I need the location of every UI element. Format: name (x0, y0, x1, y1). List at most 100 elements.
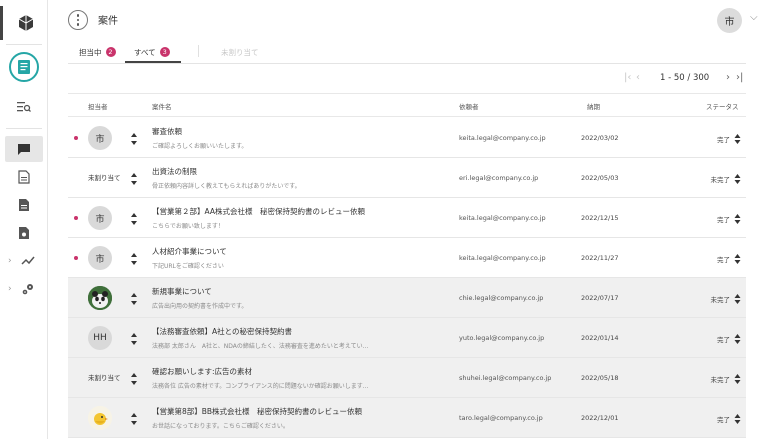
requester-email: yuto.legal@company.co.jp (459, 334, 545, 342)
status-sort-icon[interactable] (734, 211, 741, 225)
unread-dot (74, 216, 78, 220)
next-page-icon[interactable]: › (726, 72, 730, 83)
status-label[interactable]: 完了 (698, 134, 730, 144)
table-row[interactable]: 市 人材紹介事業について 下記URLをご確認ください keita.legal@comp… (68, 238, 746, 278)
status-label[interactable]: 完了 (698, 254, 730, 264)
col-status[interactable]: ステータス (706, 101, 739, 111)
document-filled-icon[interactable] (0, 194, 48, 216)
sort-handle-icon[interactable] (130, 371, 138, 385)
sort-handle-icon[interactable] (130, 411, 138, 425)
status-sort-icon[interactable] (734, 131, 741, 145)
status-sort-icon[interactable] (734, 251, 741, 265)
new-case-icon[interactable] (9, 52, 39, 82)
document-settings-icon[interactable] (0, 222, 48, 244)
case-description: 広告出向用の契約書を作成中です。 (152, 303, 248, 310)
due-date: 2022/01/14 (581, 334, 619, 342)
settings-gear-icon[interactable] (4, 278, 52, 300)
table-row[interactable]: 未割り当て 確認お願いします:広告の素材 法務各位 広告の素材です。コンプライアンス… (68, 358, 746, 398)
case-title[interactable]: 新規事業について (152, 286, 212, 297)
sidebar-divider (6, 128, 42, 129)
status-sort-icon[interactable] (734, 411, 741, 425)
table-row[interactable]: 【営業第8部】BB株式会社様 秘密保持契約書のレビュー依頼 お世話になっております… (68, 398, 746, 438)
search-list-icon[interactable] (0, 96, 48, 118)
tab-unassigned[interactable]: 未割り当て (221, 44, 259, 60)
chat-icon[interactable] (0, 138, 48, 160)
sort-handle-icon[interactable] (130, 211, 138, 225)
case-title[interactable]: 【営業第8部】BB株式会社様 秘密保持契約書のレビュー依頼 (152, 406, 362, 417)
table-row[interactable]: HH 【法務審査依頼】A社との秘密保持契約書法務部 太郎さん A社と、NDAの締結… (68, 318, 746, 358)
sort-handle-icon[interactable] (130, 291, 138, 305)
unread-dot (74, 136, 78, 140)
assignee-avatar[interactable]: 市 (88, 206, 112, 230)
status-label[interactable]: 完了 (698, 414, 730, 424)
tab-divider (198, 45, 199, 57)
assignee-avatar[interactable] (88, 406, 112, 430)
user-avatar[interactable]: 市 (717, 8, 742, 33)
due-date: 2022/05/18 (581, 374, 619, 382)
status-label[interactable]: 未完了 (698, 374, 731, 384)
tab-assigned[interactable]: 担当中 2 (79, 44, 116, 60)
case-description: 下記URLをご確認ください (152, 263, 224, 270)
sidebar: › › (0, 0, 48, 439)
status-label[interactable]: 未完了 (698, 294, 731, 304)
active-tab-indicator (125, 61, 181, 63)
col-requester[interactable]: 依頼者 (459, 101, 479, 111)
first-page-icon[interactable]: |‹ (624, 72, 631, 83)
page-title: 案件 (98, 16, 118, 27)
sidebar-divider (6, 44, 42, 45)
assignee-avatar[interactable]: HH (88, 326, 112, 350)
case-title[interactable]: 【法務審査依頼】A社との秘密保持契約書 (152, 326, 292, 337)
case-title[interactable]: 審査依頼 (152, 126, 182, 137)
analytics-icon[interactable] (4, 250, 52, 272)
assignee-unassigned[interactable]: 未割り当て (88, 172, 121, 182)
tab-label: 未割り当て (221, 47, 259, 57)
col-assignee[interactable]: 担当者 (88, 101, 108, 111)
status-sort-icon[interactable] (734, 291, 741, 305)
unread-dot (74, 256, 78, 260)
more-menu-button[interactable] (68, 10, 88, 30)
tab-all[interactable]: すべて 3 (134, 44, 170, 60)
document-icon[interactable] (0, 166, 48, 188)
table-row[interactable]: 新規事業について広告出向用の契約書を作成中です。 chie.legal@compa… (68, 278, 746, 318)
col-due[interactable]: 納期 (587, 101, 600, 111)
status-label[interactable]: 未完了 (698, 174, 731, 184)
due-date: 2022/12/15 (581, 214, 619, 222)
requester-email: keita.legal@company.co.jp (459, 134, 546, 142)
table-row[interactable]: 市 【営業第２部】AA株式会社様 秘密保持契約書のレビュー依頼 こちらでお願い致しま… (68, 198, 746, 238)
assignee-avatar[interactable] (88, 286, 112, 310)
assignee-avatar[interactable]: 市 (88, 246, 112, 270)
last-page-icon[interactable]: ›| (736, 72, 743, 83)
sort-handle-icon[interactable] (130, 331, 138, 345)
chevron-down-icon[interactable]: ⌵ (750, 12, 758, 23)
sort-handle-icon[interactable] (130, 251, 138, 265)
due-date: 2022/12/01 (581, 414, 619, 422)
sort-handle-icon[interactable] (130, 131, 138, 145)
requester-email: taro.legal@company.co.jp (459, 414, 543, 422)
case-title[interactable]: 出資法の制限 (152, 166, 197, 177)
table-row[interactable]: 市 審査依頼 ご確認よろしくお願いいたします。 keita.legal@company… (68, 118, 746, 158)
table-row[interactable]: 未割り当て 出資法の制限 骨正依頼内容詳しく教えてもらえればありがたいです。 eri.… (68, 158, 746, 198)
sort-handle-icon[interactable] (130, 171, 138, 185)
requester-email: shuhei.legal@company.co.jp (459, 374, 552, 382)
status-label[interactable]: 完了 (698, 214, 730, 224)
assignee-avatar[interactable]: 市 (88, 126, 112, 150)
status-label[interactable]: 完了 (698, 334, 730, 344)
prev-page-icon[interactable]: ‹ (636, 72, 640, 83)
case-title[interactable]: 人材紹介事業について (152, 246, 227, 257)
app-logo-icon[interactable] (0, 6, 48, 40)
due-date: 2022/07/17 (581, 294, 619, 302)
requester-email: keita.legal@company.co.jp (459, 214, 546, 222)
case-title[interactable]: 【営業第２部】AA株式会社様 秘密保持契約書のレビュー依頼 (152, 206, 365, 217)
due-date: 2022/03/02 (581, 134, 619, 142)
table-header: 担当者 案件名 依頼者 納期 ステータス (68, 93, 746, 117)
status-sort-icon[interactable] (734, 331, 741, 345)
case-description: 法務部 太郎さん A社と、NDAの締結したく、法務審査を進めたいと考えてい... (152, 343, 369, 350)
status-sort-icon[interactable] (734, 171, 741, 185)
assignee-unassigned[interactable]: 未割り当て (88, 372, 121, 382)
status-sort-icon[interactable] (734, 371, 741, 385)
col-case-name[interactable]: 案件名 (152, 101, 172, 111)
case-title[interactable]: 確認お願いします:広告の素材 (152, 366, 252, 377)
requester-email: chie.legal@company.co.jp (459, 294, 544, 302)
due-date: 2022/05/03 (581, 174, 619, 182)
count-badge: 3 (159, 47, 170, 57)
